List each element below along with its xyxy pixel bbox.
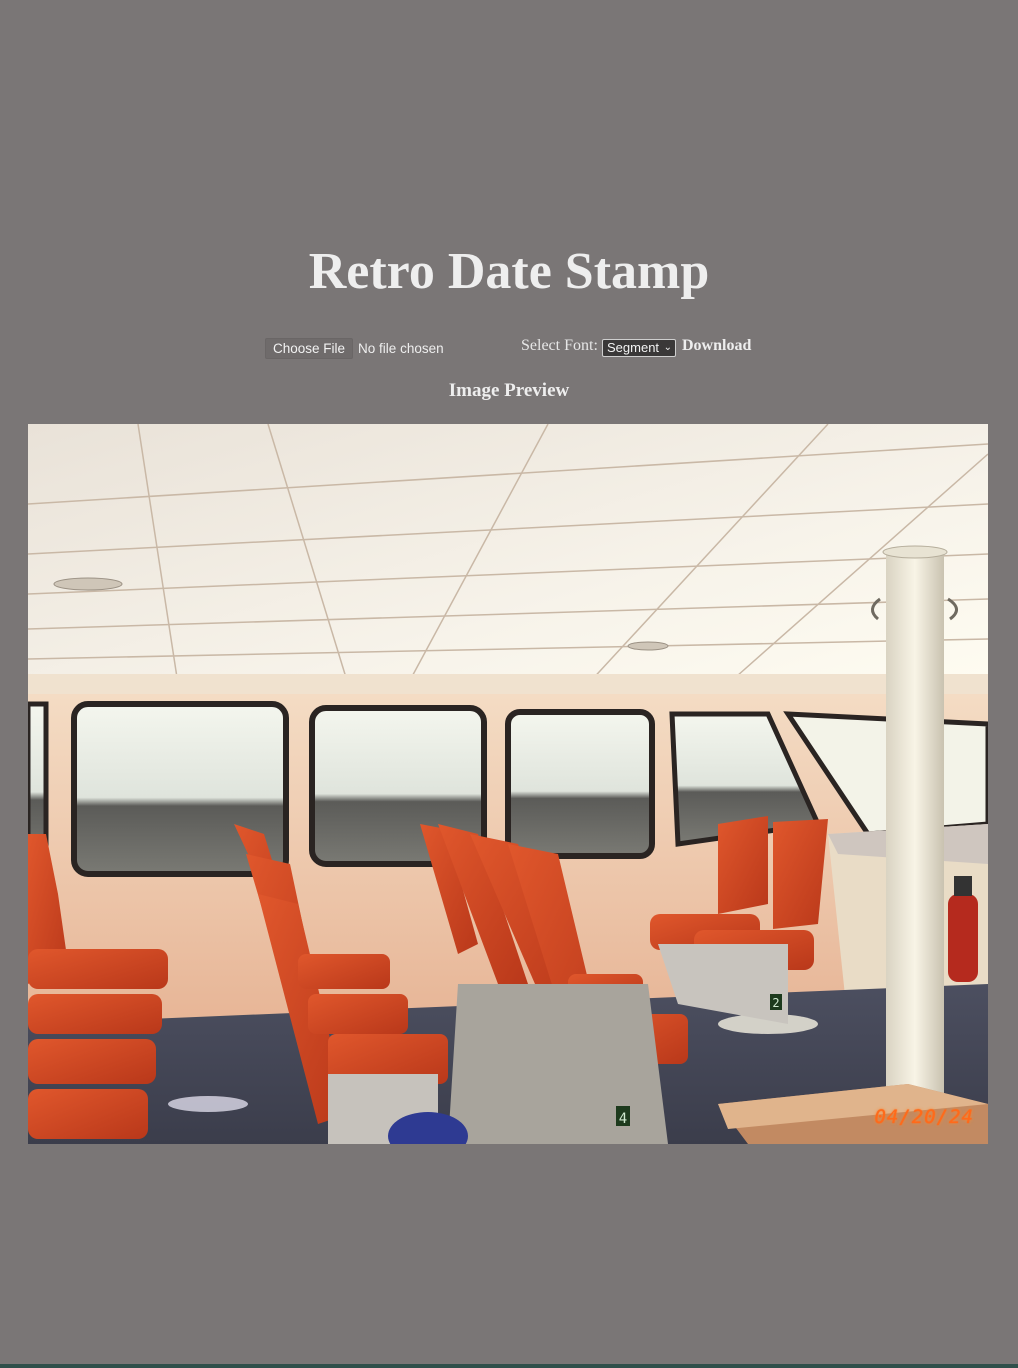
choose-file-button[interactable]: Choose File (265, 338, 354, 359)
bottom-strip (0, 1364, 1018, 1368)
font-select-label: Select Font: (521, 337, 598, 354)
date-stamp: 04/20/24 (874, 1106, 974, 1128)
file-status-text: No file chosen (358, 341, 444, 356)
seat-marker-2: 2 (772, 996, 779, 1010)
font-select-value: Segment (607, 340, 660, 355)
preview-photo: 4 2 (28, 424, 988, 1144)
preview-heading: Image Preview (448, 380, 570, 401)
font-select[interactable]: Segment ⌄ (602, 339, 676, 357)
controls-bar: Choose File No file chosen Select Font: … (0, 336, 1018, 360)
download-button[interactable]: Download (682, 337, 751, 355)
seat-marker-4: 4 (619, 1111, 627, 1127)
chevron-down-icon: ⌄ (663, 342, 672, 353)
page-title: Retro Date Stamp (308, 243, 710, 300)
file-input[interactable]: Choose File No file chosen (265, 338, 444, 359)
image-preview: 4 2 04/20/24 (28, 424, 988, 1144)
